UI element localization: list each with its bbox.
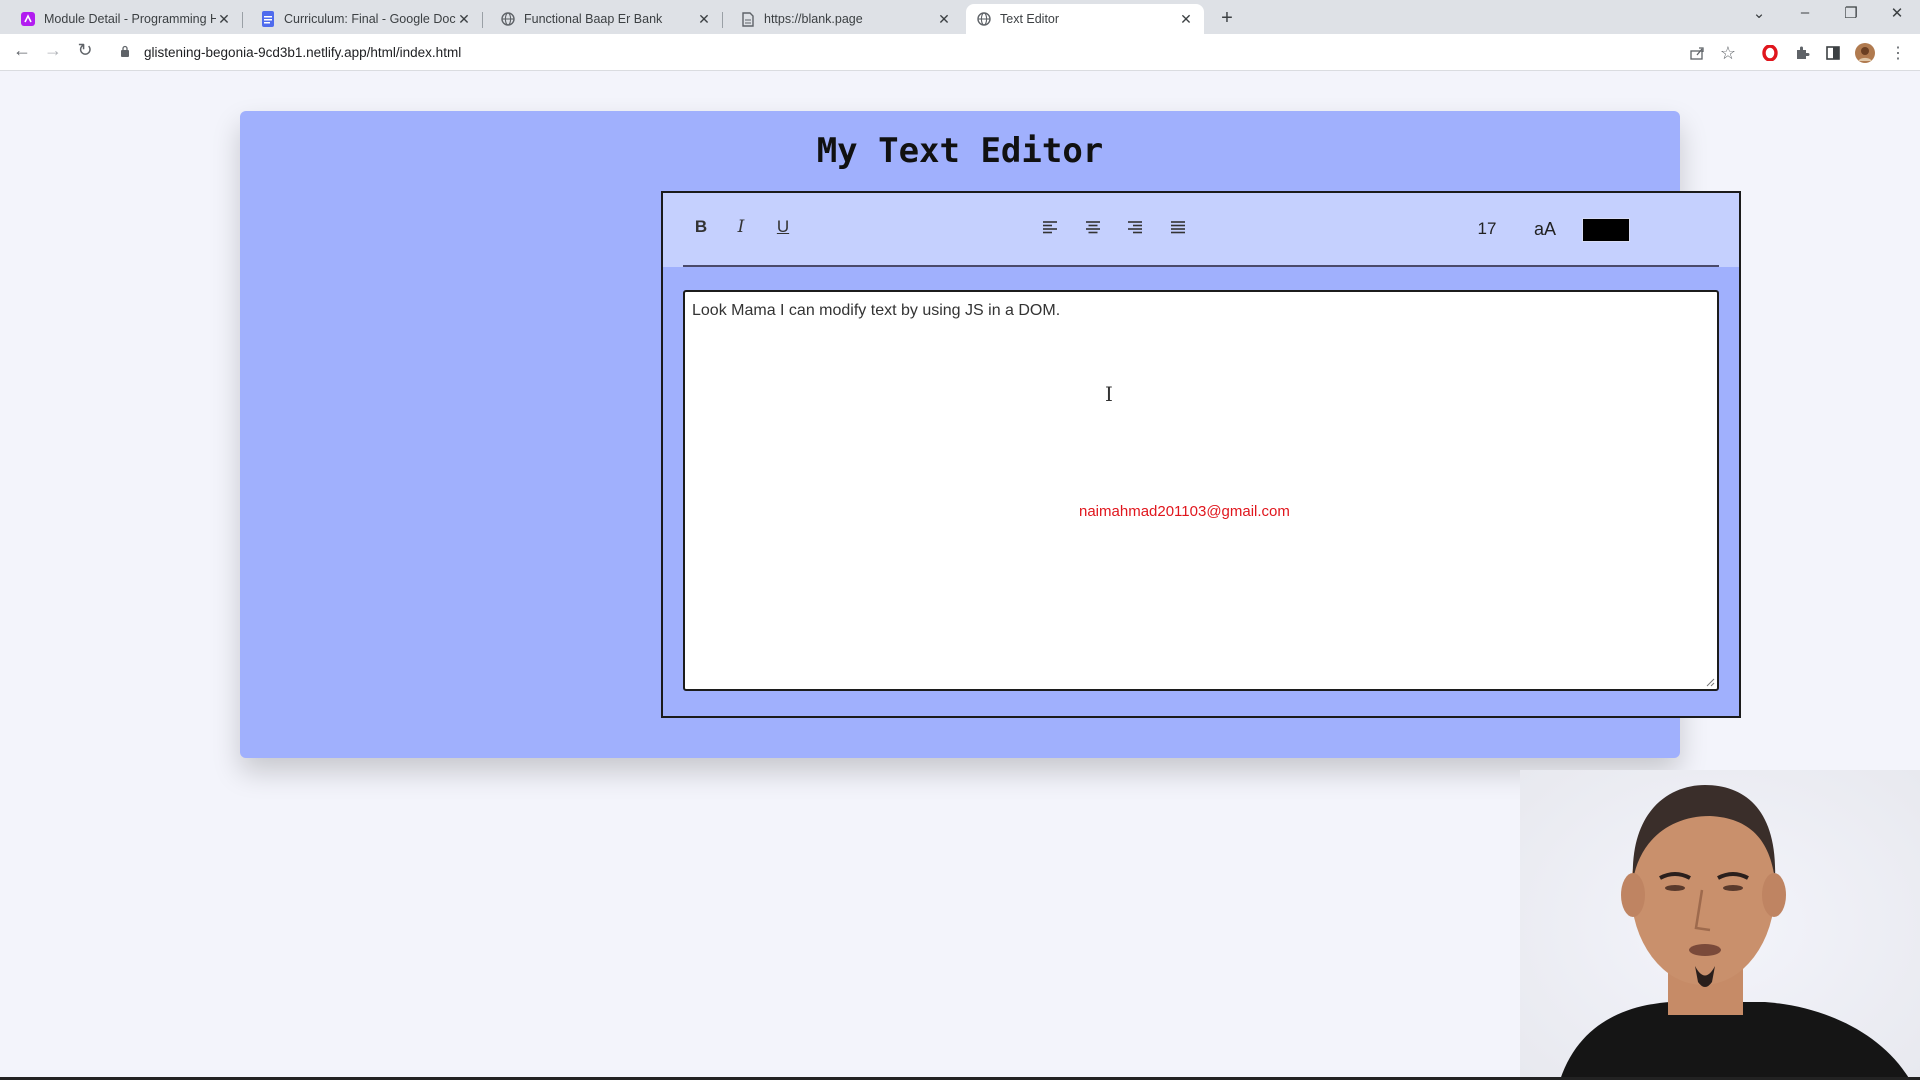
tab-curriculum[interactable]: Curriculum: Final - Google Docs ✕	[250, 4, 483, 34]
tab-text-editor[interactable]: Text Editor ✕	[966, 4, 1204, 34]
url-text: glistening-begonia-9cd3b1.netlify.app/ht…	[144, 44, 462, 60]
align-left-icon	[1043, 221, 1057, 234]
opera-extension-icon[interactable]	[1760, 43, 1780, 63]
minimize-icon[interactable]: –	[1790, 4, 1820, 21]
underline-button[interactable]: U	[771, 215, 795, 239]
globe-icon	[500, 11, 516, 27]
tab-search-icon[interactable]: ⌄	[1744, 4, 1774, 22]
tab-functional-bank[interactable]: Functional Baap Er Bank ✕	[490, 4, 723, 34]
tab-module-detail[interactable]: Module Detail - Programming He ✕	[10, 4, 243, 34]
color-swatch	[1582, 218, 1630, 242]
email-watermark: naimahmad201103@gmail.com	[1079, 503, 1290, 520]
resize-handle-icon[interactable]	[1706, 678, 1715, 687]
tab-title: Text Editor	[1000, 12, 1060, 26]
case-toggle-button[interactable]: aA	[1527, 217, 1563, 241]
font-size-input[interactable]: 17	[1469, 217, 1505, 241]
align-center-button[interactable]	[1081, 215, 1105, 239]
align-right-icon	[1128, 221, 1142, 234]
toolbar-divider	[683, 265, 1719, 267]
italic-button[interactable]: I	[729, 215, 753, 239]
tab-title: Module Detail - Programming He	[44, 12, 216, 26]
editor-panel: My Text Editor B I U 17 aA Look Mama I c…	[240, 111, 1741, 758]
close-icon[interactable]: ✕	[936, 11, 952, 28]
globe-icon	[976, 11, 992, 27]
address-bar[interactable]: glistening-begonia-9cd3b1.netlify.app/ht…	[108, 38, 1688, 66]
browser-tab-strip: Module Detail - Programming He ✕ Curricu…	[0, 0, 1920, 34]
tab-title: Curriculum: Final - Google Docs	[284, 12, 456, 26]
editor-container: B I U 17 aA Look Mama I can modify text …	[661, 191, 1741, 718]
module-icon	[20, 11, 36, 27]
close-icon[interactable]: ✕	[216, 11, 232, 28]
page-title: My Text Editor	[816, 131, 1104, 171]
menu-icon[interactable]: ⋮	[1888, 43, 1908, 63]
align-left-button[interactable]	[1038, 215, 1062, 239]
editor-content: Look Mama I can modify text by using JS …	[692, 302, 1061, 319]
extensions-icon[interactable]	[1792, 43, 1812, 63]
docs-icon	[260, 11, 276, 27]
star-icon[interactable]: ☆	[1718, 43, 1738, 63]
tab-title: Functional Baap Er Bank	[524, 12, 663, 26]
text-cursor-icon: I	[1105, 382, 1113, 406]
align-justify-button[interactable]	[1166, 215, 1190, 239]
webcam-overlay	[1520, 770, 1920, 1080]
side-panel-icon[interactable]	[1823, 43, 1843, 63]
back-icon[interactable]: ←	[10, 40, 34, 61]
color-picker[interactable]	[1581, 217, 1631, 243]
align-right-button[interactable]	[1123, 215, 1147, 239]
formatting-toolbar: B I U 17 aA	[663, 193, 1739, 267]
close-icon[interactable]: ✕	[1178, 11, 1194, 28]
text-input-area[interactable]: Look Mama I can modify text by using JS …	[683, 290, 1719, 691]
reload-icon[interactable]: ↻	[73, 40, 97, 61]
restore-icon[interactable]: ❐	[1836, 4, 1866, 22]
window-close-icon[interactable]: ✕	[1882, 4, 1912, 22]
tab-blank-page[interactable]: https://blank.page ✕	[730, 4, 962, 34]
browser-toolbar: ← → ↻ glistening-begonia-9cd3b1.netlify.…	[0, 34, 1920, 71]
align-justify-icon	[1171, 221, 1185, 234]
page-icon	[740, 11, 756, 27]
close-icon[interactable]: ✕	[456, 11, 472, 28]
share-icon[interactable]	[1687, 43, 1707, 63]
avatar[interactable]	[1855, 43, 1875, 63]
tab-title: https://blank.page	[764, 12, 863, 26]
bold-button[interactable]: B	[689, 215, 713, 239]
lock-icon	[120, 45, 134, 60]
new-tab-button[interactable]: +	[1215, 7, 1239, 30]
forward-icon[interactable]: →	[41, 40, 65, 61]
align-center-icon	[1086, 221, 1100, 234]
close-icon[interactable]: ✕	[696, 11, 712, 28]
